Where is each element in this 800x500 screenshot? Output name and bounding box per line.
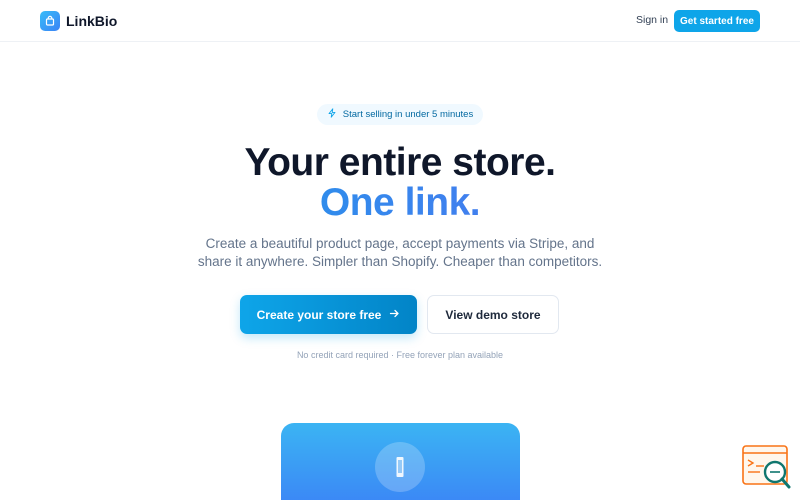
hero-note: No credit card required · Free forever p… [296, 350, 504, 360]
sign-in-link[interactable]: Sign in [636, 14, 668, 26]
brand-logo[interactable]: LinkBio [40, 11, 117, 31]
lightning-icon [327, 108, 337, 121]
hero-badge-text: Start selling in under 5 minutes [342, 109, 474, 120]
view-demo-button[interactable]: View demo store [427, 295, 559, 334]
headline-line-2: One link. [0, 183, 800, 223]
hero-badge: Start selling in under 5 minutes [317, 104, 483, 125]
subtitle-line-2: share it anywhere. Simpler than Shopify.… [197, 254, 603, 269]
create-store-label: Create your store free [256, 307, 382, 322]
top-navbar: LinkBio Sign in Get started free [0, 0, 800, 42]
create-store-button[interactable]: Create your store free [240, 295, 417, 334]
hero-headline: Your entire store. One link. [0, 143, 800, 223]
get-started-button[interactable]: Get started free [674, 10, 760, 32]
shopping-bag-icon [40, 11, 60, 31]
phone-icon [375, 442, 425, 492]
hero-subtitle: Create a beautiful product page, accept … [0, 235, 800, 271]
arrow-right-icon [389, 308, 400, 322]
subtitle-line-1: Create a beautiful product page, accept … [205, 236, 595, 251]
code-search-icon[interactable] [742, 445, 792, 490]
brand-name: LinkBio [66, 13, 118, 29]
headline-line-1: Your entire store. [244, 141, 556, 184]
store-preview-card [281, 423, 520, 500]
